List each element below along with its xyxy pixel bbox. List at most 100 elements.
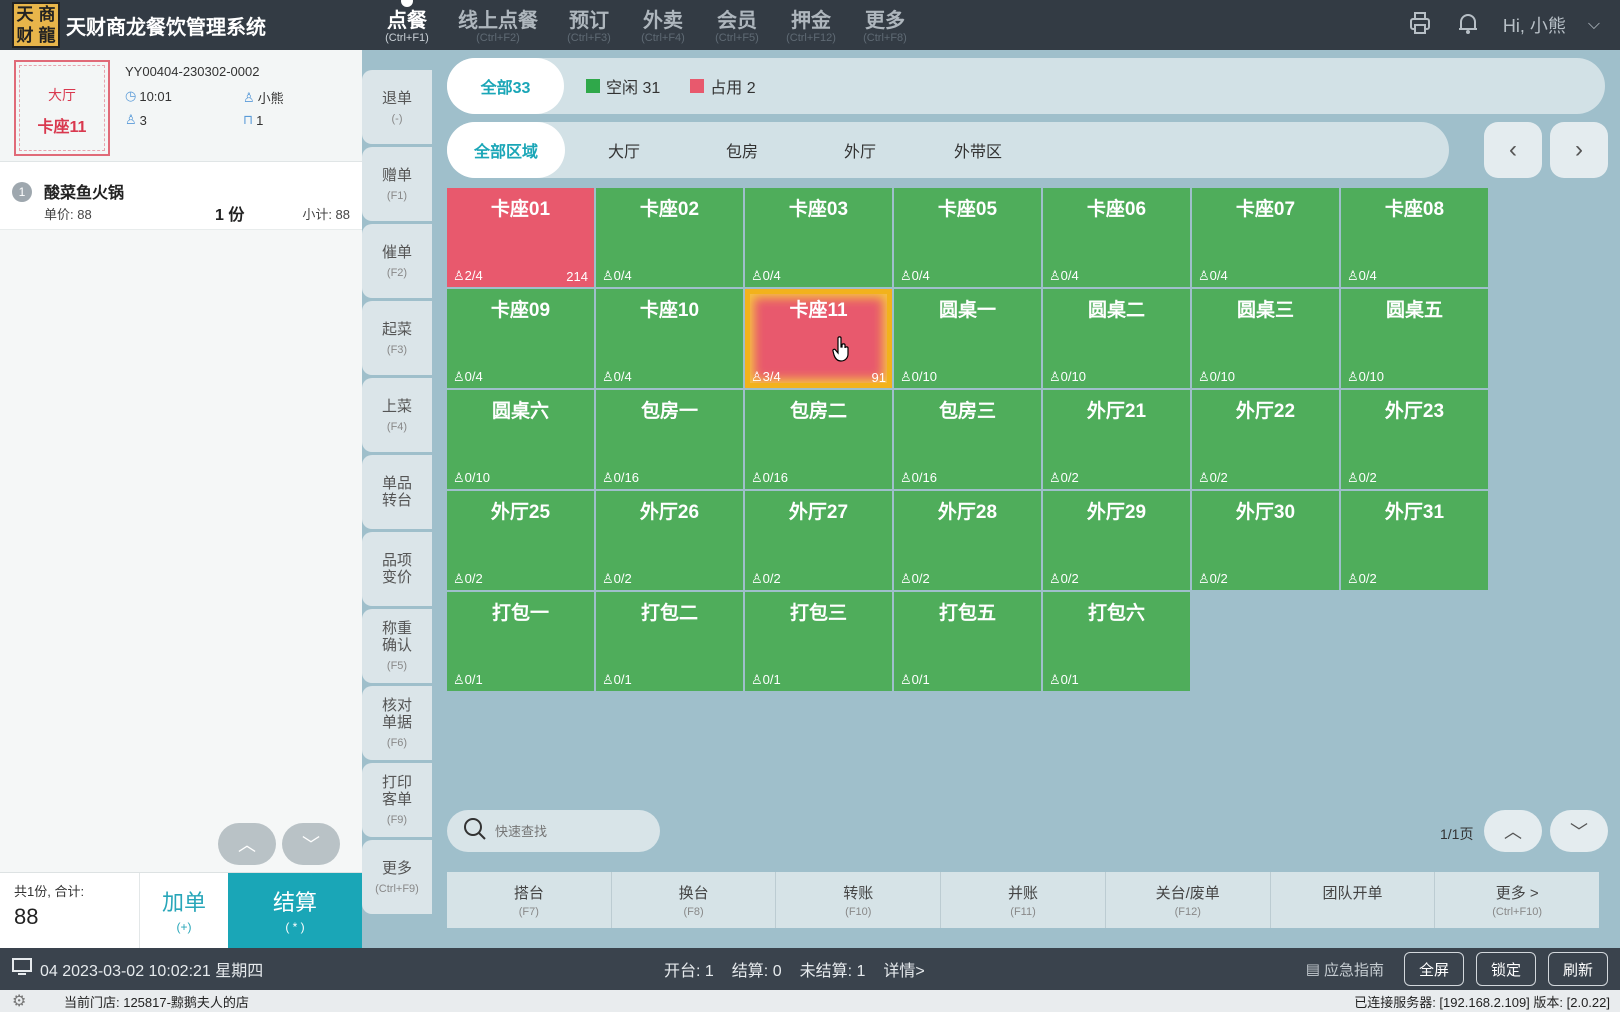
nav-takeout[interactable]: 外卖 (Ctrl+F4)	[626, 0, 700, 50]
table-tile[interactable]: 外厅21 ♙0/2	[1043, 390, 1190, 489]
chevron-down-icon[interactable]: ⌵	[1588, 16, 1600, 34]
function-button-4[interactable]: 关台/废单 (F12)	[1106, 872, 1271, 928]
table-tile[interactable]: 圆桌三 ♙0/10	[1192, 289, 1339, 388]
action-button-5[interactable]: 单品 转台	[362, 455, 432, 529]
nav-deposit[interactable]: 押金 (Ctrl+F12)	[774, 0, 848, 50]
lock-button[interactable]: 锁定	[1475, 952, 1536, 986]
nav-online-order[interactable]: 线上点餐 (Ctrl+F2)	[444, 0, 552, 50]
table-tile[interactable]: 圆桌五 ♙0/10	[1341, 289, 1488, 388]
table-tile[interactable]: 卡座09 ♙0/4	[447, 289, 594, 388]
area-tab-hall[interactable]: 大厅	[565, 122, 683, 178]
table-tile[interactable]: 外厅29 ♙0/2	[1043, 491, 1190, 590]
function-button-5[interactable]: 团队开单	[1271, 872, 1436, 928]
table-tile[interactable]: 卡座03 ♙0/4	[745, 188, 892, 287]
table-tile[interactable]: 打包五 ♙0/1	[894, 592, 1041, 691]
add-order-button[interactable]: 加单 (+)	[139, 873, 228, 948]
printer-icon[interactable]	[1407, 10, 1433, 41]
emergency-guide-link[interactable]: ▤ 应急指南	[1306, 959, 1384, 980]
action-button-9[interactable]: 打印 客单 (F9)	[362, 763, 432, 837]
details-link[interactable]: 详情>	[883, 957, 924, 981]
table-tile[interactable]: 打包二 ♙0/1	[596, 592, 743, 691]
table-tile[interactable]: 卡座11 ♙3/4 91	[745, 289, 892, 388]
table-tile[interactable]: 圆桌二 ♙0/10	[1043, 289, 1190, 388]
page-up-button[interactable]: ︿	[1484, 810, 1542, 852]
action-label: 退单	[381, 89, 412, 107]
page-down-button[interactable]: ﹀	[1550, 810, 1608, 852]
function-button-0[interactable]: 搭台 (F7)	[447, 872, 612, 928]
order-item[interactable]: 1 酸菜鱼火锅 单价: 88 1 份 小计: 88	[0, 162, 362, 230]
function-button-1[interactable]: 换台 (F8)	[612, 872, 777, 928]
table-tile[interactable]: 卡座06 ♙0/4	[1043, 188, 1190, 287]
area-filter-bar: 全部区域 大厅 包房 外厅 外带区	[447, 122, 1449, 178]
function-button-2[interactable]: 转账 (F10)	[776, 872, 942, 928]
table-tile[interactable]: 外厅30 ♙0/2	[1192, 491, 1339, 590]
table-tile[interactable]: 打包六 ♙0/1	[1043, 592, 1190, 691]
area-tab-room[interactable]: 包房	[683, 122, 801, 178]
table-name: 外厅28	[937, 502, 998, 523]
action-button-2[interactable]: 催单 (F2)	[362, 224, 432, 298]
table-tile[interactable]: 卡座10 ♙0/4	[596, 289, 743, 388]
status-tab-free[interactable]: 空闲 31	[586, 58, 660, 114]
area-tab-all[interactable]: 全部区域	[447, 122, 565, 178]
status-tab-busy[interactable]: 占用 2	[690, 58, 756, 114]
status-actions: ▤ 应急指南 全屏 锁定 刷新	[1306, 952, 1608, 986]
table-tile[interactable]: 卡座02 ♙0/4	[596, 188, 743, 287]
action-button-6[interactable]: 品项 变价	[362, 532, 432, 606]
scroll-down-button[interactable]: ﹀	[282, 823, 340, 865]
bell-icon[interactable]	[1455, 10, 1481, 41]
table-seats: ♙0/2	[751, 571, 781, 586]
refresh-button[interactable]: 刷新	[1547, 952, 1608, 986]
table-tile[interactable]: 卡座01 ♙2/4 214	[447, 188, 594, 287]
user-greeting[interactable]: Hi, 小熊	[1503, 12, 1566, 38]
action-button-3[interactable]: 起菜 (F3)	[362, 301, 432, 375]
area-prev-button[interactable]: ‹	[1484, 122, 1542, 178]
table-name: 外厅21	[1086, 401, 1147, 422]
table-tile[interactable]: 卡座08 ♙0/4	[1341, 188, 1488, 287]
order-scroll-buttons: ︿ ﹀	[218, 823, 340, 865]
nav-member[interactable]: 会员 (Ctrl+F5)	[700, 0, 774, 50]
fullscreen-button[interactable]: 全屏	[1403, 952, 1464, 986]
status-tab-all[interactable]: 全部33	[447, 58, 564, 114]
table-tile[interactable]: 包房一 ♙0/16	[596, 390, 743, 489]
action-button-10[interactable]: 更多 (Ctrl+F9)	[362, 840, 432, 914]
gear-icon[interactable]: ⚙	[12, 991, 26, 1011]
action-button-0[interactable]: 退单 (-)	[362, 70, 432, 144]
table-seats: ♙0/2	[602, 571, 632, 586]
table-tile[interactable]: 包房二 ♙0/16	[745, 390, 892, 489]
function-button-3[interactable]: 并账 (F11)	[941, 872, 1106, 928]
search-input[interactable]	[495, 823, 645, 839]
free-color-square	[586, 79, 600, 93]
action-button-7[interactable]: 称重 确认 (F5)	[362, 609, 432, 683]
table-tile[interactable]: 包房三 ♙0/16	[894, 390, 1041, 489]
table-tile[interactable]: 圆桌一 ♙0/10	[894, 289, 1041, 388]
action-button-8[interactable]: 核对 单据 (F6)	[362, 686, 432, 760]
action-button-4[interactable]: 上菜 (F4)	[362, 378, 432, 452]
nav-more[interactable]: 更多 (Ctrl+F8)	[848, 0, 922, 50]
nav-order[interactable]: 点餐 (Ctrl+F1)	[370, 0, 444, 50]
table-tile[interactable]: 外厅31 ♙0/2	[1341, 491, 1488, 590]
area-tab-takeaway[interactable]: 外带区	[919, 122, 1037, 178]
quick-search[interactable]	[447, 810, 660, 852]
status-counts: 开台: 1 结算: 0 未结算: 1 详情>	[664, 957, 925, 981]
action-button-1[interactable]: 赠单 (F1)	[362, 147, 432, 221]
area-next-button[interactable]: ›	[1550, 122, 1608, 178]
table-seats: ♙0/4	[602, 369, 632, 384]
area-tab-outer-hall[interactable]: 外厅	[801, 122, 919, 178]
table-tile[interactable]: 外厅22 ♙0/2	[1192, 390, 1339, 489]
function-button-6[interactable]: 更多 > (Ctrl+F10)	[1435, 872, 1599, 928]
table-tile[interactable]: 圆桌六 ♙0/10	[447, 390, 594, 489]
action-key: (F2)	[386, 266, 408, 279]
table-tile[interactable]: 外厅28 ♙0/2	[894, 491, 1041, 590]
table-tile[interactable]: 卡座05 ♙0/4	[894, 188, 1041, 287]
table-tile[interactable]: 外厅27 ♙0/2	[745, 491, 892, 590]
table-tile[interactable]: 打包三 ♙0/1	[745, 592, 892, 691]
settle-button[interactable]: 结算 ( * )	[228, 873, 362, 948]
table-tile[interactable]: 卡座07 ♙0/4	[1192, 188, 1339, 287]
nav-reservation[interactable]: 预订 (Ctrl+F3)	[552, 0, 626, 50]
table-tile[interactable]: 打包一 ♙0/1	[447, 592, 594, 691]
scroll-up-button[interactable]: ︿	[218, 823, 276, 865]
order-total: 共1份, 合计: 88	[0, 873, 139, 948]
table-tile[interactable]: 外厅25 ♙0/2	[447, 491, 594, 590]
table-tile[interactable]: 外厅23 ♙0/2	[1341, 390, 1488, 489]
table-tile[interactable]: 外厅26 ♙0/2	[596, 491, 743, 590]
